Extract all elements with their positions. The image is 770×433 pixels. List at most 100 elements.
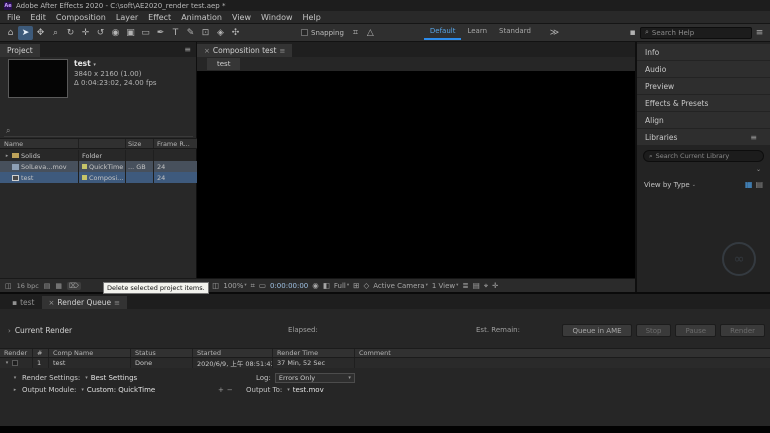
popup-arrow-icon[interactable]: ▾ [287, 387, 290, 393]
show-channel-icon[interactable]: ◧ [323, 281, 330, 290]
item-name[interactable]: Solids [21, 152, 40, 160]
tab-timeline-test[interactable]: ▪ test [5, 296, 42, 309]
popup-arrow-icon[interactable]: ▾ [81, 387, 84, 393]
exposure-icon[interactable]: ✛ [492, 281, 498, 290]
menu-effect[interactable]: Effect [143, 13, 176, 22]
column-frame-rate[interactable]: Frame R... [153, 139, 195, 148]
panel-header-align[interactable]: Align [637, 112, 770, 128]
twirl-open-icon[interactable]: ▾ [12, 375, 18, 381]
pixel-aspect-icon[interactable]: ◇ [363, 281, 369, 290]
eraser-tool-icon[interactable]: ◈ [213, 26, 228, 40]
twirl-icon[interactable]: ▸ [4, 153, 10, 159]
render-queue-item-row[interactable]: ▾ 1 test Done 2020/6/9, 上午 08:51:43 37 M… [0, 358, 770, 368]
output-module-value[interactable]: Custom: QuickTime [87, 386, 155, 394]
item-name[interactable]: test [21, 174, 33, 182]
workspace-tab-standard[interactable]: Standard [493, 25, 537, 40]
project-row-comp[interactable]: test Composi... 24 [0, 172, 197, 183]
snapping-checkbox[interactable] [301, 29, 308, 36]
pause-button[interactable]: Pause [675, 324, 716, 337]
tab-composition[interactable]: × Composition test ≡ [197, 44, 292, 57]
snap-feature-icon[interactable]: △ [363, 26, 378, 40]
hand-tool-icon[interactable]: ✥ [33, 26, 48, 40]
workspace-overflow-icon[interactable]: ≫ [547, 26, 562, 40]
twirl-closed-icon[interactable]: ▸ [12, 387, 18, 393]
close-icon[interactable]: × [204, 47, 210, 55]
menu-view[interactable]: View [227, 13, 256, 22]
composition-panel-menu-icon[interactable]: ≡ [280, 47, 286, 55]
grid-view-icon[interactable]: ▦ [745, 180, 753, 189]
dolly-camera-tool-icon[interactable]: ↺ [93, 26, 108, 40]
menu-help[interactable]: Help [298, 13, 326, 22]
column-status[interactable]: Status [130, 349, 192, 357]
project-comp-name[interactable]: test [74, 59, 91, 68]
panel-header-audio[interactable]: Audio [637, 61, 770, 77]
project-search-field[interactable]: ⌕ [4, 125, 193, 137]
tab-composition-label[interactable]: Composition test [213, 46, 277, 55]
render-queue-panel-menu-icon[interactable]: ≡ [114, 299, 120, 307]
delete-item-icon[interactable]: ⌦ [67, 282, 81, 290]
column-render[interactable]: Render [0, 349, 32, 357]
rotation-tool-icon[interactable]: ◉ [108, 26, 123, 40]
panel-header-info[interactable]: Info [637, 44, 770, 60]
orbit-camera-tool-icon[interactable]: ↻ [63, 26, 78, 40]
panel-header-effects-presets[interactable]: Effects & Presets [637, 95, 770, 111]
menu-animation[interactable]: Animation [176, 13, 227, 22]
queue-in-ame-button[interactable]: Queue in AME [562, 324, 631, 337]
bit-depth-button[interactable]: 16 bpc [17, 282, 39, 290]
column-number[interactable]: # [32, 349, 48, 357]
project-row-footage[interactable]: SolLeva...mov QuickTime ... GB 24 [0, 161, 197, 172]
menu-edit[interactable]: Edit [25, 13, 51, 22]
composition-viewport[interactable] [197, 71, 635, 278]
viewer-timecode[interactable]: 0:00:00:00 [270, 282, 308, 290]
fast-previews-icon[interactable]: ≣ [462, 281, 468, 290]
grid-guides-icon[interactable]: ⌗ [251, 281, 255, 291]
add-output-module-icon[interactable]: + [218, 386, 224, 394]
menu-layer[interactable]: Layer [111, 13, 143, 22]
render-checkbox[interactable] [12, 360, 18, 366]
clone-stamp-tool-icon[interactable]: ⊡ [198, 26, 213, 40]
menu-composition[interactable]: Composition [51, 13, 111, 22]
region-of-interest-icon[interactable]: ▭ [259, 281, 266, 290]
project-panel-menu-icon[interactable]: ≡ [179, 45, 196, 54]
new-composition-icon[interactable]: ▦ [55, 282, 62, 290]
menu-window[interactable]: Window [256, 13, 298, 22]
libraries-search-field[interactable]: ⌕ Search Current Library [643, 150, 764, 162]
toolbar-panel-menu-icon[interactable]: ≡ [752, 26, 767, 40]
tab-project[interactable]: Project [0, 44, 40, 57]
new-folder-icon[interactable]: ▤ [44, 282, 51, 290]
list-view-icon[interactable]: ▤ [755, 180, 763, 189]
search-help-box[interactable]: ⌕ Search Help [640, 27, 752, 39]
popup-arrow-icon[interactable]: ▾ [85, 375, 88, 381]
brush-tool-icon[interactable]: ✎ [183, 26, 198, 40]
zoom-tool-icon[interactable]: ⌕ [48, 26, 63, 40]
selection-tool-icon[interactable]: ➤ [18, 26, 33, 40]
timeline-button-icon[interactable]: ▤ [473, 281, 480, 290]
workspace-tab-default[interactable]: Default [424, 25, 462, 40]
column-size[interactable]: Size [125, 139, 153, 148]
label-color-chip[interactable] [82, 175, 87, 180]
interpret-footage-icon[interactable]: ◫ [5, 282, 12, 290]
pen-tool-icon[interactable]: ✒ [153, 26, 168, 40]
libraries-panel-menu-icon[interactable]: ≡ [745, 133, 762, 142]
label-color-chip[interactable] [82, 164, 87, 169]
resolution-menu[interactable]: Full ▾ [334, 282, 349, 290]
render-button[interactable]: Render [720, 324, 765, 337]
column-comment[interactable]: Comment [354, 349, 770, 357]
snap-option-icon[interactable]: ⌗ [348, 26, 363, 40]
column-render-time[interactable]: Render Time [272, 349, 354, 357]
tab-render-queue-label[interactable]: Render Queue [57, 298, 111, 307]
twirl-open-icon[interactable]: ▾ [4, 360, 10, 366]
home-icon[interactable]: ⌂ [3, 26, 18, 40]
remove-output-module-icon[interactable]: − [227, 386, 233, 394]
column-comp-name[interactable]: Comp Name [48, 349, 130, 357]
column-name[interactable]: Name [0, 139, 78, 148]
magnification-menu[interactable]: 100% ▾ [223, 282, 246, 290]
view-layout-menu[interactable]: 1 View ▾ [432, 282, 459, 290]
render-settings-value[interactable]: Best Settings [91, 374, 137, 382]
output-to-value[interactable]: test.mov [293, 386, 324, 394]
column-type[interactable] [78, 139, 125, 148]
active-camera-menu[interactable]: Active Camera ▾ [373, 282, 428, 290]
flowchart-icon[interactable]: ⌖ [484, 281, 488, 291]
menu-file[interactable]: File [2, 13, 25, 22]
panel-header-preview[interactable]: Preview [637, 78, 770, 94]
